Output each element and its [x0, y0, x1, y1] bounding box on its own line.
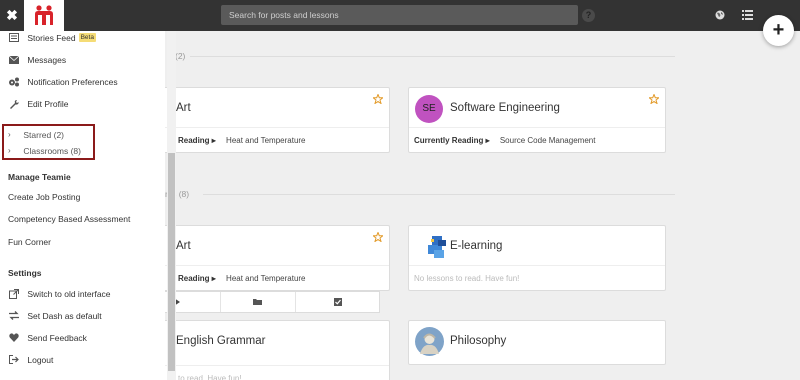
card-title[interactable]: Art: [176, 226, 191, 266]
caret-right-icon: ▸: [209, 274, 216, 283]
beta-badge: Beta: [78, 33, 96, 43]
close-menu-button[interactable]: ✖: [0, 0, 24, 31]
teamie-logo-icon: [35, 5, 53, 25]
list-view-icon[interactable]: [742, 10, 753, 20]
lesson-link[interactable]: Heat and Temperature: [226, 274, 305, 283]
empty-lessons-text: to read. Have fun!: [165, 365, 389, 380]
search-input[interactable]: Search for posts and lessons: [221, 5, 578, 25]
highlight-box: [2, 124, 95, 160]
sidebar-item-logout[interactable]: Logout: [8, 352, 53, 366]
gears-icon: [9, 77, 19, 87]
caret-right-icon: ▸: [209, 136, 216, 145]
sidebar-item-label: Set Dash as default: [27, 310, 102, 321]
create-button[interactable]: +: [763, 15, 794, 46]
sidebar-item-switch-interface[interactable]: Switch to old interface: [8, 286, 111, 300]
sidebar-item-notification-preferences[interactable]: Notification Preferences: [8, 74, 118, 88]
link-fun-corner[interactable]: Fun Corner: [8, 235, 51, 249]
reading-label: Reading: [178, 274, 210, 283]
classroom-card-philosophy[interactable]: Philosophy: [408, 320, 666, 365]
sidebar-item-edit-profile[interactable]: Edit Profile: [8, 96, 68, 110]
link-competency-based-assessment[interactable]: Competency Based Assessment: [8, 212, 130, 226]
folder-icon: [253, 299, 262, 305]
card-title[interactable]: Software Engineering: [450, 88, 560, 128]
classroom-card-e-learning[interactable]: E-learning No lessons to read. Have fun!: [408, 225, 666, 291]
classroom-card-english-grammar[interactable]: English Grammar to read. Have fun!: [165, 320, 390, 380]
card-title[interactable]: Art: [176, 88, 191, 128]
card-footer: Currently Reading ▸ Source Code Manageme…: [409, 127, 665, 152]
card-title[interactable]: Philosophy: [450, 321, 506, 361]
help-icon[interactable]: ?: [582, 9, 595, 22]
manage-teamie-heading: Manage Teamie: [8, 172, 71, 182]
envelope-icon: [8, 55, 20, 64]
sidebar-item-set-dash-default[interactable]: Set Dash as default: [8, 308, 102, 322]
dashboard-main: (2) Art Reading ▸ Heat and Temperature S…: [165, 31, 800, 380]
reading-label: Reading: [178, 136, 210, 145]
sidebar-item-send-feedback[interactable]: Send Feedback: [8, 330, 87, 344]
philosophy-thumbnail-icon: [415, 327, 444, 356]
star-icon[interactable]: [373, 232, 383, 242]
sidebar-item-label: Send Feedback: [27, 332, 87, 343]
checkbox-icon: [334, 298, 342, 306]
reading-label: Currently Reading: [414, 136, 484, 145]
sidebar-item-label: Messages: [27, 54, 67, 65]
globe-icon[interactable]: [715, 10, 725, 20]
sidebar-menu: Stories Feed Beta Messages Notification P…: [0, 31, 165, 380]
sidebar-scrollbar-thumb[interactable]: [168, 153, 175, 371]
sidebar-item-label: Logout: [27, 354, 54, 365]
card-action-bar: [165, 291, 380, 313]
divider: [203, 194, 675, 195]
sidebar-item-label: Notification Preferences: [27, 76, 118, 87]
star-icon[interactable]: [649, 94, 659, 104]
sidebar-item-messages[interactable]: Messages: [8, 52, 66, 66]
external-link-icon: [9, 288, 19, 299]
classroom-avatar: SE: [415, 95, 443, 123]
card-footer: Reading ▸ Heat and Temperature: [165, 127, 389, 152]
card-title[interactable]: English Grammar: [176, 321, 265, 361]
caret-right-icon: ▸: [483, 136, 490, 145]
starred-section-label: (2): [175, 51, 186, 61]
card-title[interactable]: E-learning: [450, 226, 502, 266]
wrench-icon: [10, 99, 19, 109]
card-action-folder[interactable]: [221, 292, 296, 312]
settings-heading: Settings: [8, 268, 42, 278]
sidebar-item-label: Switch to old interface: [27, 288, 111, 299]
card-footer: Reading ▸ Heat and Temperature: [165, 265, 389, 290]
top-bar: ✖ Search for posts and lessons ?: [0, 0, 800, 31]
lesson-link[interactable]: Source Code Management: [500, 136, 596, 145]
swap-icon: [9, 311, 19, 321]
sidebar-item-label: Edit Profile: [27, 98, 69, 109]
card-action-check[interactable]: [296, 292, 381, 312]
e-learning-thumbnail-icon: [428, 236, 446, 258]
classroom-card-software-engineering[interactable]: SE Software Engineering Currently Readin…: [408, 87, 666, 153]
sidebar-item-label: Stories Feed: [27, 32, 76, 43]
lesson-link[interactable]: Heat and Temperature: [226, 136, 305, 145]
logout-icon: [9, 355, 19, 365]
sidebar-item-stories-feed[interactable]: Stories Feed Beta: [8, 30, 96, 44]
classroom-card-art[interactable]: Art Reading ▸ Heat and Temperature: [165, 87, 390, 153]
divider: [190, 56, 675, 57]
star-icon[interactable]: [373, 94, 383, 104]
feed-icon: [9, 33, 19, 43]
heart-icon: [9, 333, 19, 343]
classroom-card-art[interactable]: Art Reading ▸ Heat and Temperature: [165, 225, 390, 291]
teamie-logo[interactable]: [24, 0, 64, 31]
empty-lessons-text: No lessons to read. Have fun!: [409, 265, 665, 290]
link-create-job-posting[interactable]: Create Job Posting: [8, 190, 80, 204]
